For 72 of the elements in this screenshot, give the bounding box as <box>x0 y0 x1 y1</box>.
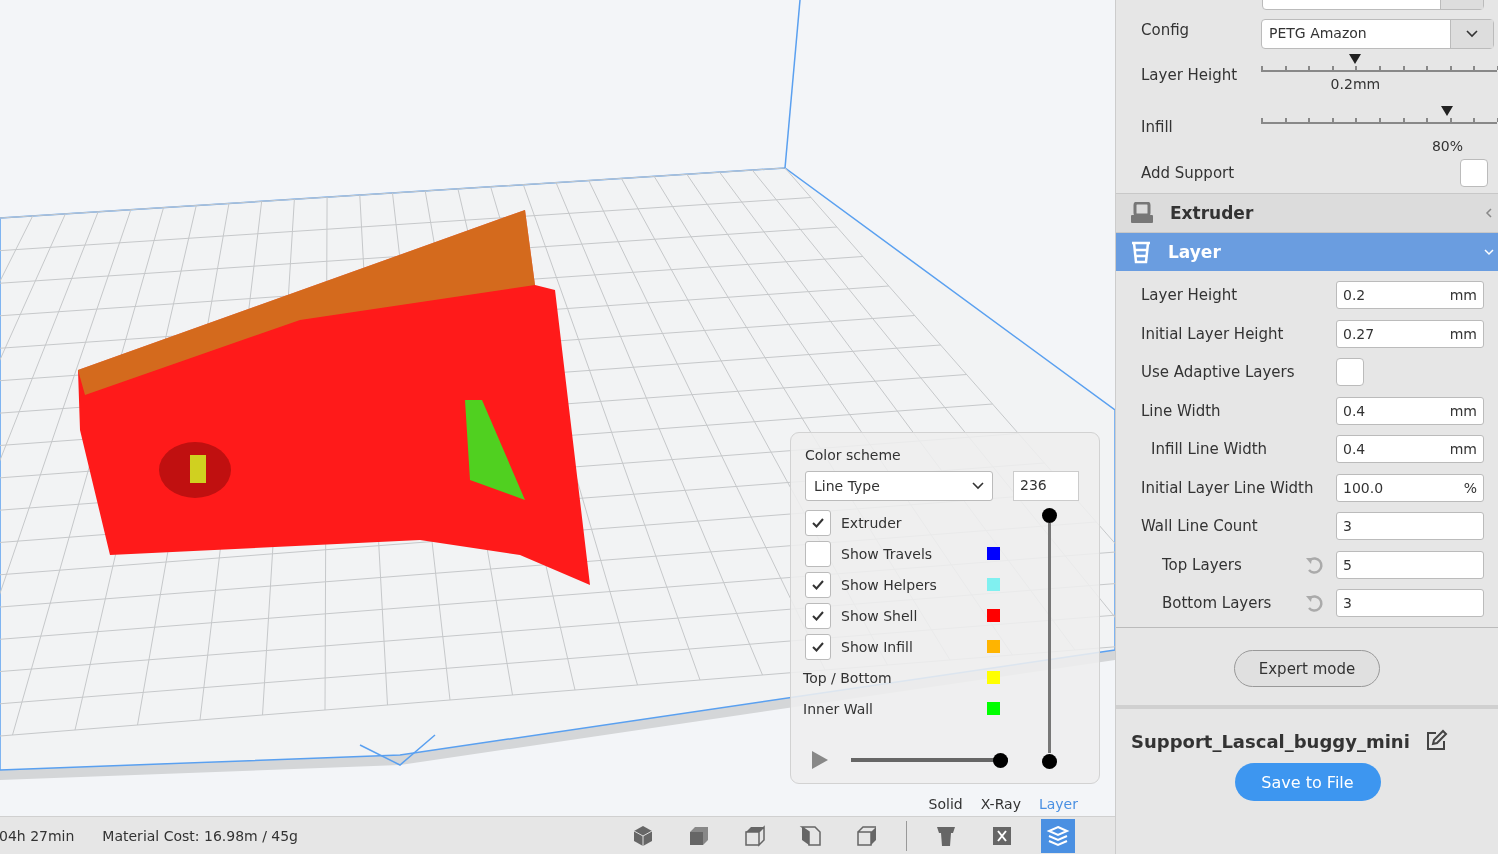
toolbar-button[interactable] <box>1041 818 1075 853</box>
legend-label: Inner Wall <box>803 700 874 717</box>
setting-field[interactable]: 0.4 mm <box>1336 435 1484 464</box>
slider-handle[interactable] <box>1349 54 1362 64</box>
layer-number-field[interactable]: 236 <box>1013 471 1079 501</box>
cube-icon <box>743 823 767 848</box>
layers-icon <box>1046 823 1070 848</box>
slider-handle[interactable] <box>1042 754 1057 769</box>
slider-handle[interactable] <box>1042 508 1057 523</box>
check-icon <box>811 640 825 653</box>
color-scheme-dropdown[interactable]: Line Type <box>805 471 993 501</box>
setting-field[interactable]: 3 <box>1336 512 1484 541</box>
check-icon <box>811 516 825 529</box>
setting-label: Top Layers <box>1161 555 1243 574</box>
setting-field[interactable]: 0.2 mm <box>1336 281 1484 310</box>
chevron-down-icon <box>1466 30 1478 38</box>
material-cost: Material Cost: 16.98m / 45g <box>102 827 298 844</box>
setting-label: Use Adaptive Layers <box>1141 363 1296 382</box>
layer-slider-track[interactable] <box>1048 523 1051 753</box>
setting-label: Initial Layer Line Width <box>1141 478 1315 497</box>
setting-label: Layer Height <box>1141 286 1239 305</box>
cube-icon <box>631 823 655 848</box>
option-label: Extruder <box>841 514 903 531</box>
cube-icon <box>855 823 879 848</box>
setting-label: Bottom Layers <box>1161 594 1273 613</box>
slider-handle[interactable] <box>1441 106 1454 116</box>
setting-field[interactable]: 0.27 mm <box>1336 319 1484 348</box>
checkbox[interactable] <box>805 540 831 567</box>
add-support-checkbox[interactable] <box>1460 159 1488 187</box>
play-icon[interactable] <box>811 750 829 770</box>
slider-value: 0.2mm <box>1330 76 1381 92</box>
color-scheme-label: Color scheme <box>805 447 902 463</box>
setting-field[interactable]: 5 <box>1336 550 1484 579</box>
x-icon <box>992 825 1012 846</box>
slider-value: 80% <box>1431 138 1463 154</box>
setting-label: Layer Height <box>1141 66 1239 84</box>
setting-label: Infill Line Width <box>1150 440 1269 459</box>
option-label: Show Helpers <box>841 576 938 593</box>
checkbox[interactable] <box>805 571 831 598</box>
setting-label: Wall Line Count <box>1141 517 1259 536</box>
cup-icon <box>1130 240 1152 264</box>
section-header[interactable]: Extruder <box>1116 193 1498 232</box>
cube-icon <box>799 823 823 848</box>
extruder-icon <box>1130 202 1154 224</box>
setting-label: Line Width <box>1141 401 1222 420</box>
check-icon <box>811 609 825 622</box>
chevron-down-icon <box>1484 247 1494 257</box>
chevron-left-icon <box>1484 208 1494 218</box>
checkbox[interactable] <box>805 509 831 536</box>
setting-field[interactable]: 0.4 mm <box>1336 396 1484 425</box>
setting-label: Initial Layer Height <box>1141 324 1285 343</box>
check-icon <box>811 578 825 591</box>
view-mode-tab[interactable]: Solid <box>928 796 963 812</box>
setting-field[interactable]: 100.0 % <box>1336 473 1484 502</box>
setting-label: Infill <box>1141 118 1174 136</box>
slider-handle[interactable] <box>993 752 1008 768</box>
view-mode-tab[interactable]: X-Ray <box>980 796 1021 812</box>
expert-mode-button[interactable]: Expert mode <box>1234 650 1380 687</box>
option-label: Show Travels <box>841 545 934 562</box>
setting-checkbox[interactable] <box>1336 358 1364 387</box>
checkbox[interactable] <box>805 602 831 629</box>
legend-label: Top / Bottom <box>803 669 893 686</box>
option-label: Show Infill <box>841 638 914 655</box>
print-time: 04h 27min <box>0 827 75 844</box>
add-support-label: Add Support <box>1141 164 1236 182</box>
chevron-down-icon <box>972 482 984 490</box>
file-name: Support_Lascal_buggy_mini <box>1131 730 1410 752</box>
config-label: Config <box>1141 20 1191 39</box>
checkbox[interactable] <box>805 633 831 660</box>
config-dropdown[interactable]: PETG Amazon <box>1261 19 1494 49</box>
setting-field[interactable]: 3 <box>1336 589 1484 618</box>
option-label: Show Shell <box>841 607 919 624</box>
